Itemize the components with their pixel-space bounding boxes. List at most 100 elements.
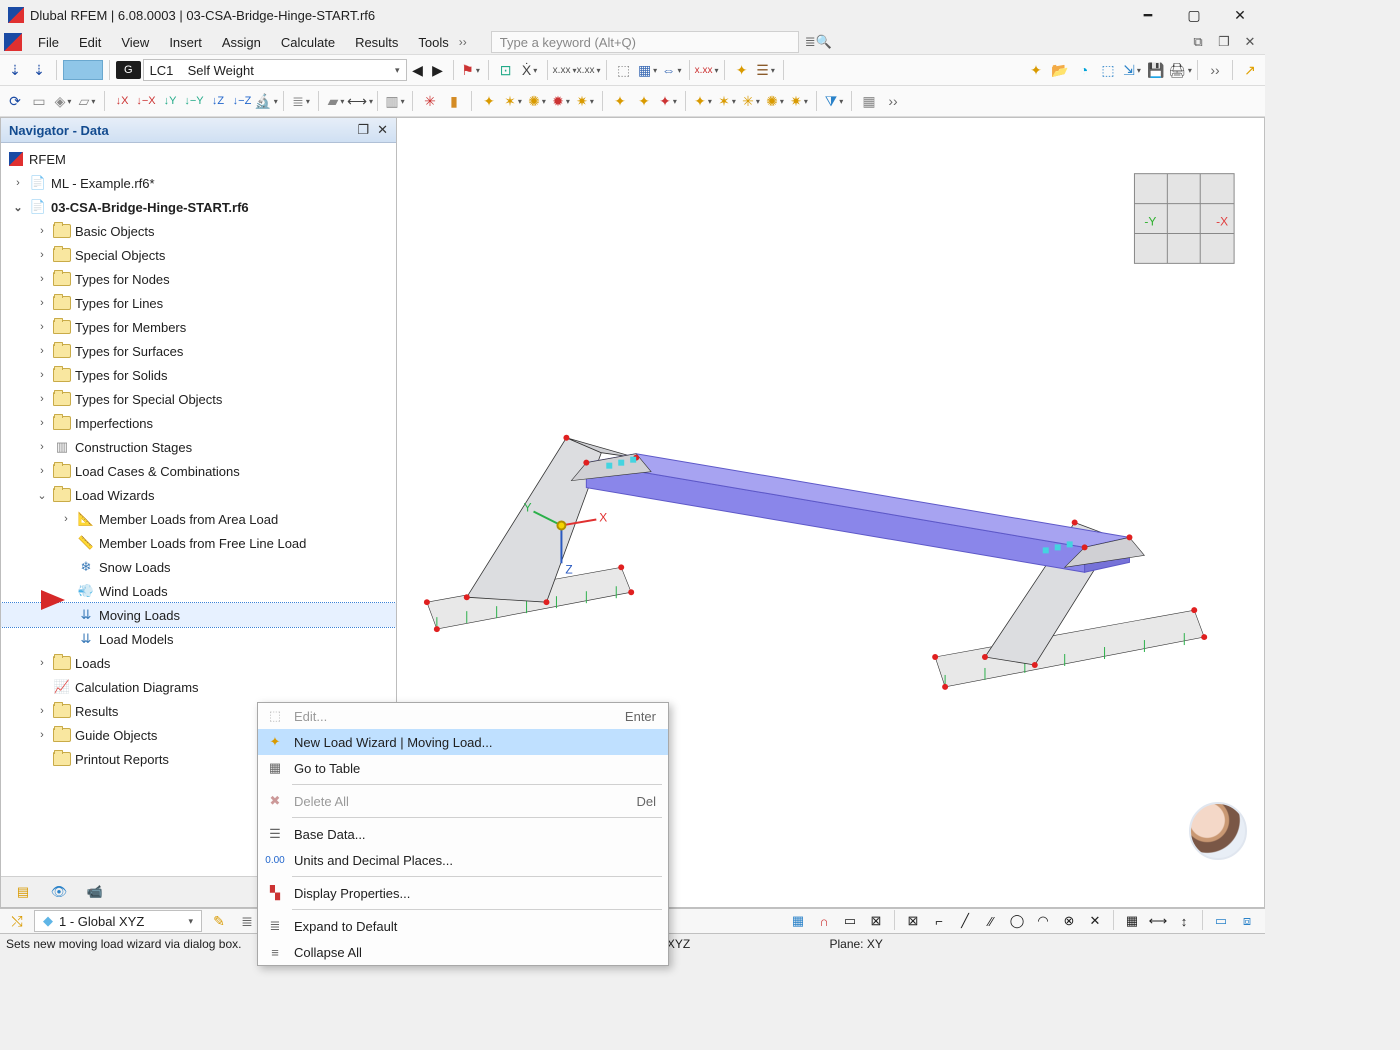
menu-overflow-icon[interactable]: ›› — [459, 35, 479, 49]
tree-folder[interactable]: ›Imperfections — [1, 411, 396, 435]
print-icon[interactable]: 🖨 — [1169, 59, 1191, 81]
section-icon[interactable]: ≣ — [290, 90, 312, 112]
close-child-icon[interactable]: ✕ — [1241, 33, 1259, 51]
menu-edit[interactable]: Edit — [69, 32, 111, 53]
cross-icon[interactable]: ✕ — [1083, 910, 1107, 932]
new-model-icon[interactable]: ✦ — [1025, 59, 1047, 81]
select-arrow-icon[interactable]: ↗ — [1239, 59, 1261, 81]
ctx-new-wizard[interactable]: ✦ New Load Wizard | Moving Load... — [258, 729, 668, 755]
navigator-close-icon[interactable]: ✕ — [377, 122, 388, 138]
snap-grid-icon[interactable]: ▦ — [786, 910, 810, 932]
arc-icon[interactable]: ◠ — [1031, 910, 1055, 932]
osnap-icon[interactable]: ∩ — [812, 910, 836, 932]
menu-file[interactable]: File — [28, 32, 69, 53]
load-case-combo[interactable]: LC1 Self Weight ▾ — [143, 59, 407, 81]
import-icon[interactable]: ⇲ — [1121, 59, 1143, 81]
starA-icon[interactable]: ✦ — [609, 90, 631, 112]
tree-file-1[interactable]: › 📄 ML - Example.rf6* — [1, 171, 396, 195]
color-swatch[interactable] — [63, 60, 103, 80]
tree-wizard-item[interactable]: ⇊Load Models — [1, 627, 396, 651]
nav-tab-data-icon[interactable]: ▤ — [13, 882, 33, 902]
cs-edit-icon[interactable]: ✎ — [208, 910, 230, 932]
tree-folder[interactable]: ›Load Cases & Combinations — [1, 459, 396, 483]
star1-icon[interactable]: ✦ — [478, 90, 500, 112]
tree-folder[interactable]: ›Types for Members — [1, 315, 396, 339]
tree-folder[interactable]: ›Loads — [1, 651, 396, 675]
flag-icon[interactable]: ⚑ — [460, 59, 482, 81]
coord-system-combo[interactable]: ◆ 1 - Global XYZ ▾ — [34, 910, 202, 932]
starB-icon[interactable]: ✦ — [633, 90, 655, 112]
filter-icon[interactable]: ⧩ — [823, 90, 845, 112]
ctx-units[interactable]: 0.00 Units and Decimal Places... — [258, 847, 668, 873]
ctx-expand[interactable]: ≣ Expand to Default — [258, 913, 668, 939]
tree-wizard-item[interactable]: ❄Snow Loads — [1, 555, 396, 579]
maximize-button[interactable]: ▢ — [1171, 0, 1217, 30]
overflow2-icon[interactable]: ›› — [882, 90, 904, 112]
support-avatar[interactable] — [1189, 802, 1247, 860]
menu-tools[interactable]: Tools — [408, 32, 458, 53]
cloud-icon[interactable]: ◔ — [1073, 59, 1095, 81]
fe-surf-icon[interactable]: ▮ — [443, 90, 465, 112]
starC-icon[interactable]: ✦ — [657, 90, 679, 112]
tree-folder[interactable]: ⌄Load Wizards — [1, 483, 396, 507]
tree-wizard-item[interactable]: ›📐Member Loads from Area Load — [1, 507, 396, 531]
starE-icon[interactable]: ✶ — [716, 90, 738, 112]
nodes-group-icon[interactable]: ☰ — [755, 59, 777, 81]
refresh-icon[interactable]: ⟳ — [4, 90, 26, 112]
mid-icon[interactable]: ⁄⁄ — [979, 910, 1003, 932]
axis-ny-icon[interactable]: ↓−Y — [183, 90, 205, 112]
pointer-red-icon[interactable]: x.xx — [696, 59, 718, 81]
search-launch-icon[interactable]: ≣🔍 — [805, 34, 832, 50]
window-layout-icon[interactable]: ⧉ — [1189, 33, 1207, 51]
circle-icon[interactable]: ◯ — [1005, 910, 1029, 932]
tan-icon[interactable]: ⊗ — [1057, 910, 1081, 932]
dim-hxx-icon[interactable]: x.xx — [578, 59, 600, 81]
table-icon[interactable]: ▦ — [858, 90, 880, 112]
cs-toggle-icon[interactable]: ⤭ — [6, 910, 28, 932]
axis-z-icon[interactable]: ↓Z — [207, 90, 229, 112]
nav-tab-display-icon[interactable]: 👁 — [49, 882, 69, 902]
cs-list-icon[interactable]: ≣ — [236, 910, 258, 932]
menu-view[interactable]: View — [111, 32, 159, 53]
visibility-icon[interactable]: ▥ — [384, 90, 406, 112]
surface-plane-icon[interactable]: ▰ — [325, 90, 347, 112]
minimize-button[interactable]: ━ — [1125, 0, 1171, 30]
fe-mesh-icon[interactable]: ✳ — [419, 90, 441, 112]
guide-h-icon[interactable]: ⟷ — [1146, 910, 1170, 932]
tree-folder[interactable]: ›Basic Objects — [1, 219, 396, 243]
snap-icon[interactable]: ⊡ — [495, 59, 517, 81]
search-input[interactable]: Type a keyword (Alt+Q) — [491, 31, 799, 53]
tree-folder[interactable]: ›▥Construction Stages — [1, 435, 396, 459]
numbered-dim-icon[interactable]: ⇔ — [661, 59, 683, 81]
xx-label-icon[interactable]: Ẋ — [519, 59, 541, 81]
starD-icon[interactable]: ✦ — [692, 90, 714, 112]
menu-assign[interactable]: Assign — [212, 32, 271, 53]
rect-icon[interactable]: ▭ — [838, 910, 862, 932]
ctx-base-data[interactable]: ☰ Base Data... — [258, 821, 668, 847]
dim-xx-icon[interactable]: x.xx — [554, 59, 576, 81]
guide-v-icon[interactable]: ↕ — [1172, 910, 1196, 932]
nav-tab-views-icon[interactable]: 📹 — [85, 882, 105, 902]
close-button[interactable]: ✕ — [1217, 0, 1263, 30]
box-persp-icon[interactable]: ▱ — [76, 90, 98, 112]
tree-folder[interactable]: ›Types for Solids — [1, 363, 396, 387]
star5-icon[interactable]: ✷ — [574, 90, 596, 112]
diag-icon[interactable]: ⊠ — [864, 910, 888, 932]
ctx-go-to-table[interactable]: ▦ Go to Table — [258, 755, 668, 781]
prev-load-icon[interactable]: ◀ — [409, 59, 427, 81]
layer-icon[interactable]: ⧈ — [1235, 910, 1259, 932]
menu-results[interactable]: Results — [345, 32, 408, 53]
starG-icon[interactable]: ✺ — [764, 90, 786, 112]
line-icon[interactable]: ╱ — [953, 910, 977, 932]
grid-show-icon[interactable]: ▦ — [1120, 910, 1144, 932]
menu-calculate[interactable]: Calculate — [271, 32, 345, 53]
endpoint-icon[interactable]: ⊠ — [901, 910, 925, 932]
tree-folder[interactable]: ›Special Objects — [1, 243, 396, 267]
grid-plane-icon[interactable]: ▦ — [637, 59, 659, 81]
navigator-dock-icon[interactable]: ❐ — [357, 122, 369, 138]
ctx-collapse[interactable]: ≡ Collapse All — [258, 939, 668, 965]
axis-x-icon[interactable]: ↓X — [111, 90, 133, 112]
tree-folder[interactable]: 📈Calculation Diagrams — [1, 675, 396, 699]
tree-folder[interactable]: ›Types for Lines — [1, 291, 396, 315]
perp-icon[interactable]: ⌐ — [927, 910, 951, 932]
